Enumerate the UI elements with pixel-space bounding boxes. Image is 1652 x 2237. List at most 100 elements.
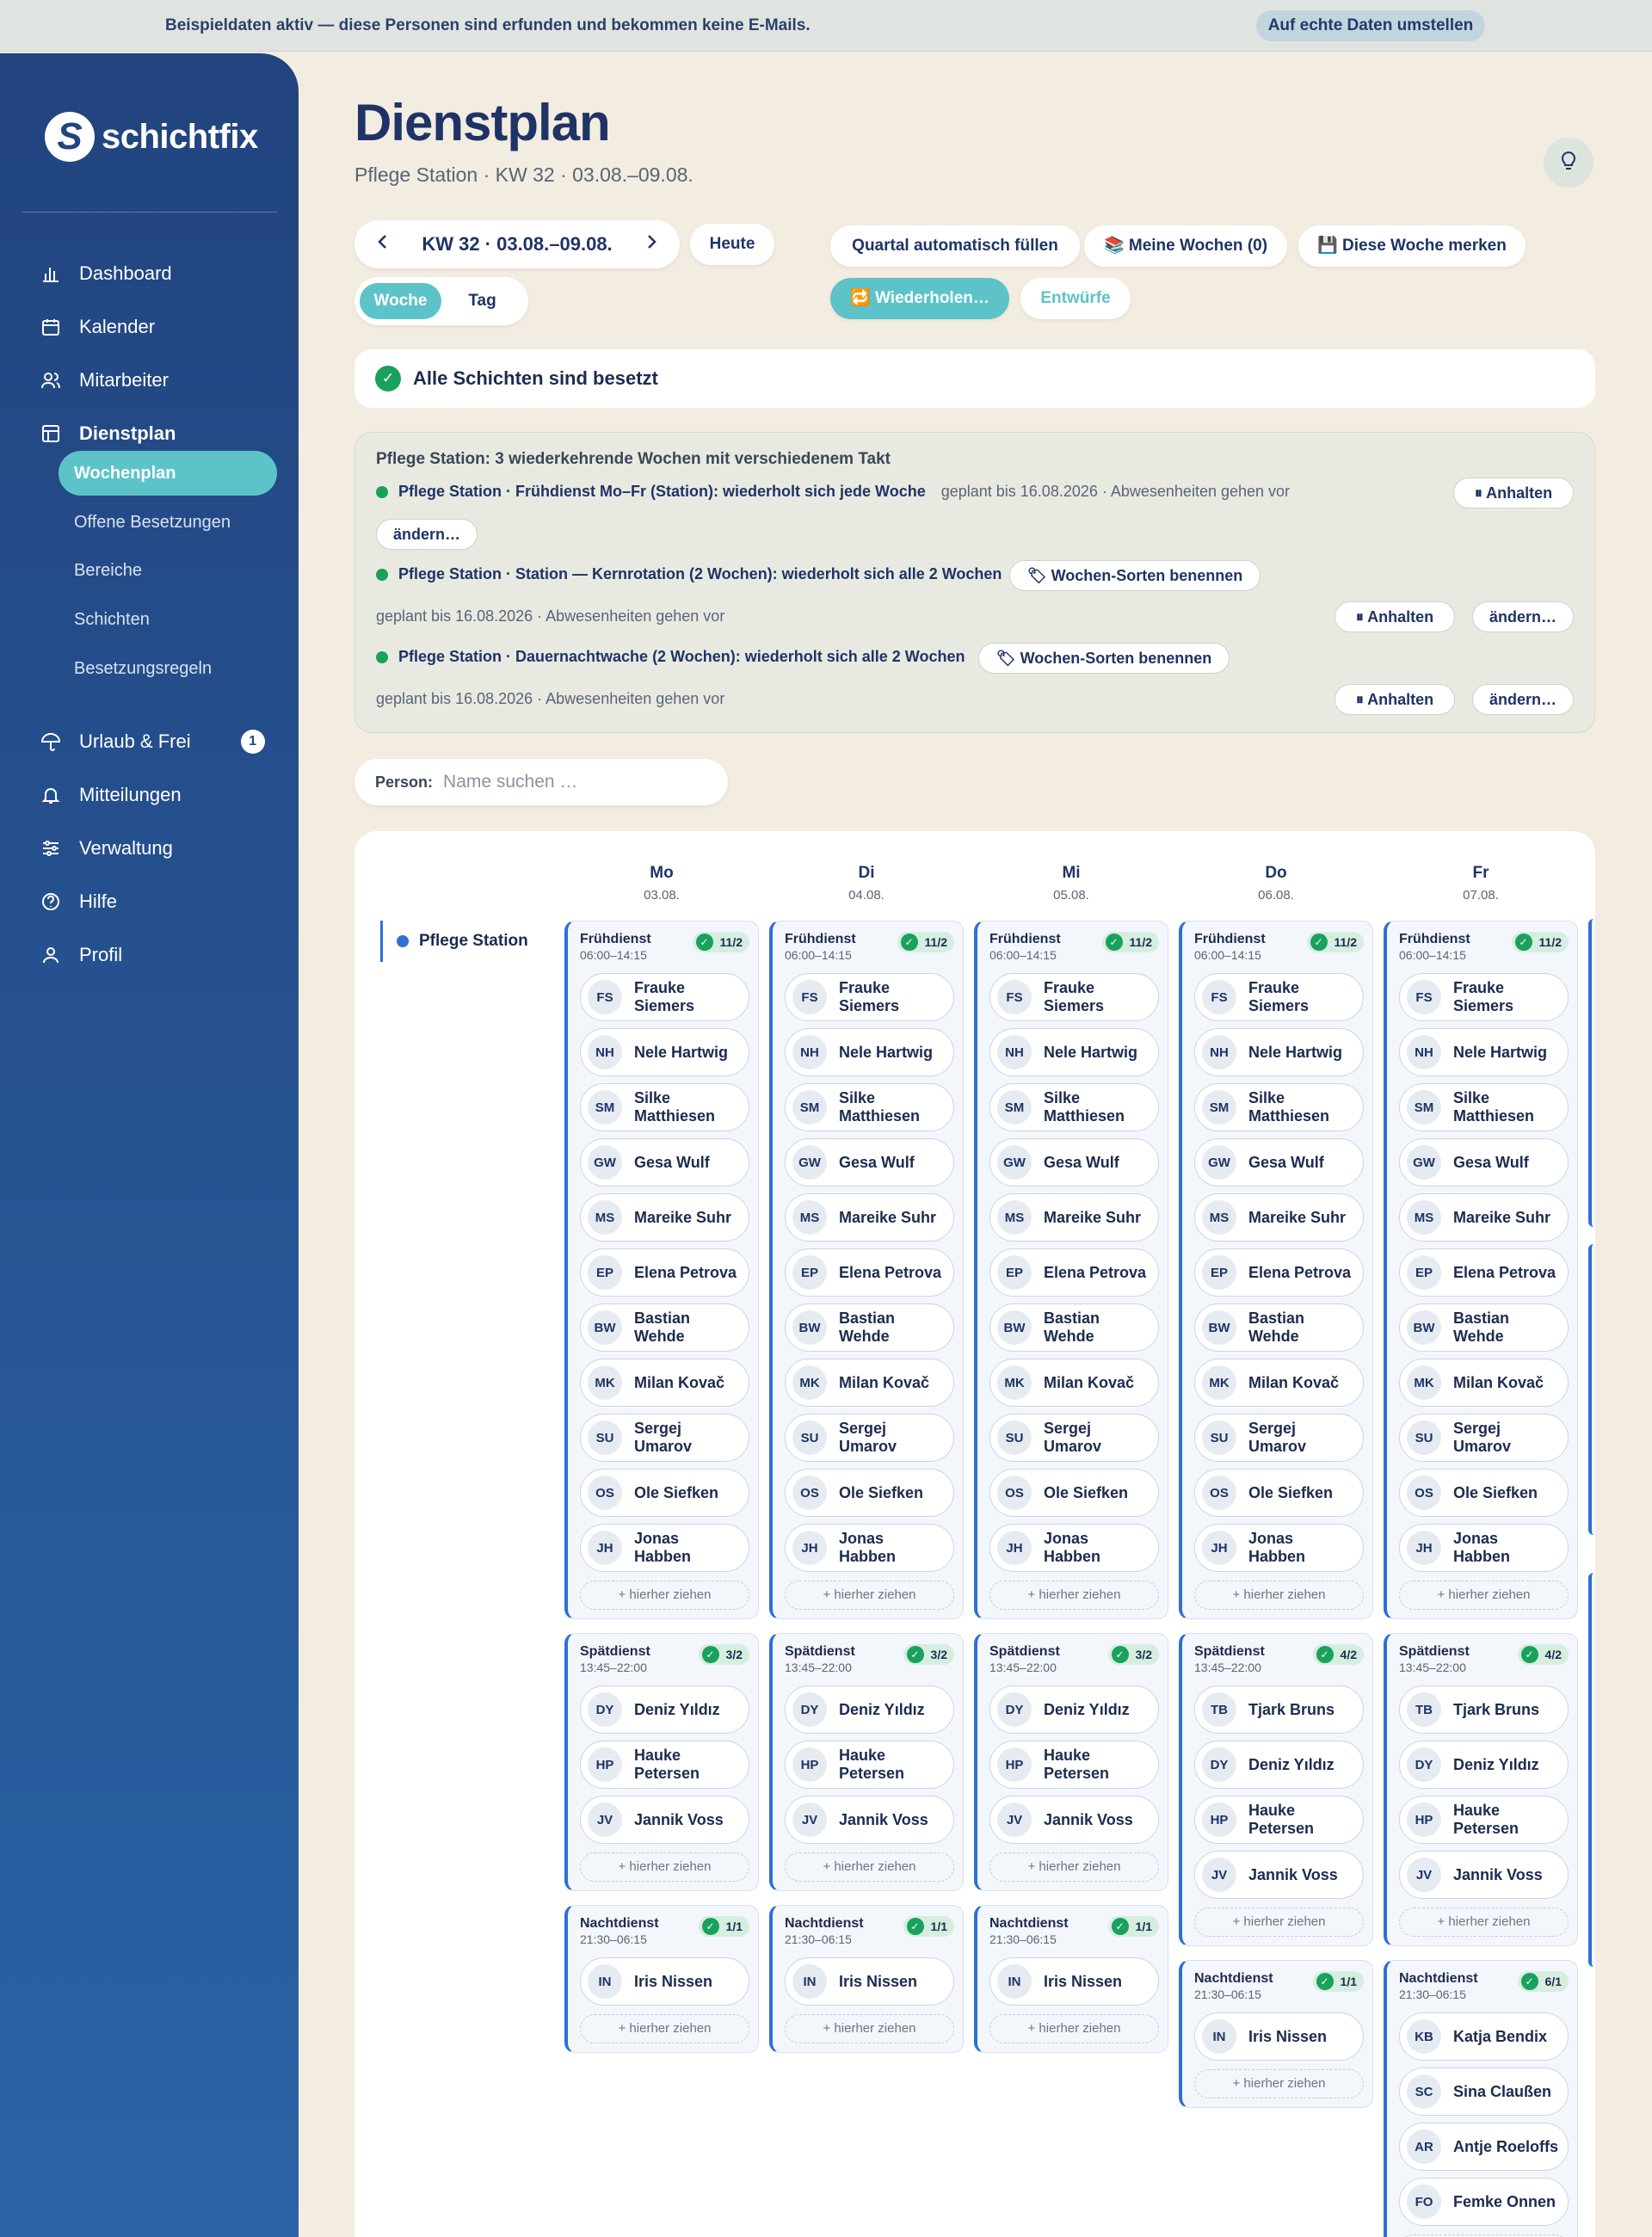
employee-chip[interactable]: FS Frauke Siemers (580, 973, 749, 1021)
employee-chip[interactable]: OS Ole Siefken (989, 1469, 1159, 1517)
drop-zone[interactable]: + hierher ziehen (989, 1852, 1159, 1882)
employee-chip[interactable]: MS Mareike Suhr (785, 1193, 954, 1242)
drop-zone[interactable]: + hierher ziehen (989, 1581, 1159, 1610)
employee-chip[interactable]: MS Mareike Suhr (580, 1193, 749, 1242)
subnav-besetzungsregeln[interactable]: Besetzungsregeln (74, 656, 212, 681)
drop-zone[interactable]: + hierher ziehen (1194, 2069, 1364, 2098)
employee-chip[interactable]: OS Ole Siefken (1194, 1469, 1364, 1517)
drop-zone[interactable]: + hierher ziehen (785, 1581, 954, 1610)
employee-chip[interactable]: BW Bastian Wehde (989, 1303, 1159, 1352)
employee-chip[interactable]: NH Nele Hartwig (580, 1028, 749, 1076)
employee-chip[interactable]: NH Nele Hartwig (785, 1028, 954, 1076)
drafts-button[interactable]: Entwürfe (1020, 278, 1131, 319)
employee-chip[interactable]: SM Silke Matthiesen (989, 1083, 1159, 1131)
drop-zone[interactable]: + hierher ziehen (1399, 1581, 1569, 1610)
sidebar-item-kalender[interactable]: Kalender (40, 310, 155, 344)
employee-chip[interactable]: JH Jonas Habben (1194, 1524, 1364, 1572)
sidebar-item-dienstplan[interactable]: Dienstplan (40, 416, 176, 451)
employee-chip[interactable]: MK Milan Kovač (580, 1359, 749, 1407)
employee-chip[interactable]: FS Frauke Siemers (989, 973, 1159, 1021)
employee-chip[interactable]: MS Mareike Suhr (989, 1193, 1159, 1242)
view-day-button[interactable]: Tag (441, 283, 523, 319)
employee-chip[interactable]: HP Hauke Petersen (989, 1741, 1159, 1789)
employee-chip[interactable]: EP Elena Petrova (1194, 1248, 1364, 1297)
employee-chip[interactable]: KB Katja Bendix (1399, 2012, 1569, 2061)
employee-chip[interactable]: FS Frauke Siemers (785, 973, 954, 1021)
employee-chip[interactable]: MS Mareike Suhr (1399, 1193, 1569, 1242)
employee-chip[interactable]: OS Ole Siefken (1399, 1469, 1569, 1517)
employee-chip[interactable]: SC Sina Claußen (1399, 2068, 1569, 2116)
employee-chip[interactable]: JH Jonas Habben (989, 1524, 1159, 1572)
sidebar-item-mitarbeiter[interactable]: Mitarbeiter (40, 363, 169, 397)
employee-chip[interactable]: GW Gesa Wulf (1399, 1138, 1569, 1186)
employee-chip[interactable]: TB Tjark Bruns (1399, 1685, 1569, 1734)
employee-chip[interactable]: NH Nele Hartwig (989, 1028, 1159, 1076)
employee-chip[interactable]: GW Gesa Wulf (785, 1138, 954, 1186)
my-weeks-button[interactable]: 📚 Meine Wochen (0) (1084, 225, 1287, 267)
employee-chip[interactable]: IN Iris Nissen (1194, 2012, 1364, 2061)
employee-chip[interactable]: FS Frauke Siemers (1194, 973, 1364, 1021)
drop-zone[interactable]: + hierher ziehen (1399, 1907, 1569, 1937)
employee-chip[interactable]: MK Milan Kovač (785, 1359, 954, 1407)
employee-chip[interactable]: SU Sergej Umarov (1399, 1414, 1569, 1462)
employee-chip[interactable]: GW Gesa Wulf (580, 1138, 749, 1186)
drop-zone[interactable]: + hierher ziehen (580, 1852, 749, 1882)
employee-chip[interactable]: EP Elena Petrova (989, 1248, 1159, 1297)
employee-chip[interactable]: IN Iris Nissen (989, 1957, 1159, 2006)
today-button[interactable]: Heute (690, 224, 774, 265)
employee-chip[interactable]: AR Antje Roeloffs (1399, 2123, 1569, 2171)
employee-chip[interactable]: BW Bastian Wehde (785, 1303, 954, 1352)
sidebar-item-profil[interactable]: Profil (40, 938, 122, 972)
employee-chip[interactable]: EP Elena Petrova (785, 1248, 954, 1297)
employee-chip[interactable]: NH Nele Hartwig (1399, 1028, 1569, 1076)
employee-chip[interactable]: MK Milan Kovač (1399, 1359, 1569, 1407)
drop-zone[interactable]: + hierher ziehen (580, 1581, 749, 1610)
employee-chip[interactable]: HP Hauke Petersen (1194, 1796, 1364, 1844)
area-label[interactable]: Pflege Station (380, 921, 528, 962)
employee-chip[interactable]: JH Jonas Habben (580, 1524, 749, 1572)
drop-zone[interactable]: + hierher ziehen (1194, 1907, 1364, 1937)
sidebar-item-dashboard[interactable]: Dashboard (40, 256, 172, 291)
employee-chip[interactable]: DY Deniz Yıldız (785, 1685, 954, 1734)
employee-chip[interactable]: DY Deniz Yıldız (1399, 1741, 1569, 1789)
employee-chip[interactable]: OS Ole Siefken (580, 1469, 749, 1517)
employee-chip[interactable]: JV Jannik Voss (1399, 1851, 1569, 1899)
employee-chip[interactable]: SU Sergej Umarov (1194, 1414, 1364, 1462)
employee-chip[interactable]: OS Ole Siefken (785, 1469, 954, 1517)
sidebar-item-hilfe[interactable]: Hilfe (40, 884, 117, 919)
employee-chip[interactable]: SU Sergej Umarov (785, 1414, 954, 1462)
next-week-button[interactable] (645, 233, 657, 256)
employee-chip[interactable]: NH Nele Hartwig (1194, 1028, 1364, 1076)
employee-chip[interactable]: SM Silke Matthiesen (580, 1083, 749, 1131)
drop-zone[interactable]: + hierher ziehen (989, 2014, 1159, 2043)
save-week-button[interactable]: 💾 Diese Woche merken (1298, 225, 1526, 267)
employee-chip[interactable]: BW Bastian Wehde (1399, 1303, 1569, 1352)
subnav-schichten[interactable]: Schichten (74, 607, 150, 632)
employee-chip[interactable]: SU Sergej Umarov (989, 1414, 1159, 1462)
employee-chip[interactable]: SM Silke Matthiesen (1194, 1083, 1364, 1131)
employee-chip[interactable]: FO Femke Onnen (1399, 2178, 1569, 2226)
employee-chip[interactable]: BW Bastian Wehde (580, 1303, 749, 1352)
employee-chip[interactable]: SM Silke Matthiesen (1399, 1083, 1569, 1131)
person-search-input[interactable] (443, 772, 702, 792)
employee-chip[interactable]: IN Iris Nissen (785, 1957, 954, 2006)
employee-chip[interactable]: GW Gesa Wulf (1194, 1138, 1364, 1186)
edit-button[interactable]: ändern… (1472, 601, 1574, 632)
switch-to-real-data-button[interactable]: Auf echte Daten umstellen (1256, 10, 1485, 41)
employee-chip[interactable]: IN Iris Nissen (580, 1957, 749, 2006)
tips-button[interactable] (1544, 138, 1593, 188)
pause-button[interactable]: ⏸ Anhalten (1453, 478, 1574, 508)
employee-chip[interactable]: MK Milan Kovač (989, 1359, 1159, 1407)
name-week-types-button[interactable]: 🏷 Wochen-Sorten benennen (978, 643, 1230, 674)
employee-chip[interactable]: FS Frauke Siemers (1399, 973, 1569, 1021)
brand-logo[interactable]: S schichtfix (45, 112, 258, 162)
employee-chip[interactable]: JH Jonas Habben (785, 1524, 954, 1572)
drop-zone[interactable]: + hierher ziehen (785, 2014, 954, 2043)
repeat-button[interactable]: 🔁 Wiederholen… (830, 278, 1009, 319)
drop-zone[interactable]: + hierher ziehen (1194, 1581, 1364, 1610)
subnav-offene-besetzungen[interactable]: Offene Besetzungen (74, 509, 231, 535)
employee-chip[interactable]: MS Mareike Suhr (1194, 1193, 1364, 1242)
fill-quarter-button[interactable]: Quartal automatisch füllen (830, 225, 1080, 267)
sidebar-item-urlaub[interactable]: Urlaub & Frei 1 (40, 724, 265, 759)
employee-chip[interactable]: DY Deniz Yıldız (580, 1685, 749, 1734)
